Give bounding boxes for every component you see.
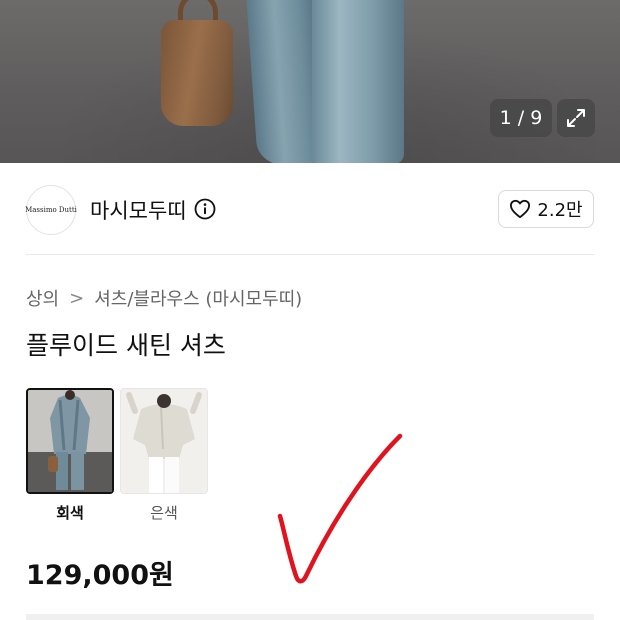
grey-shirt-thumbnail: [28, 390, 112, 492]
silver-shirt-thumbnail: [121, 389, 207, 493]
breadcrumb-separator: >: [69, 287, 85, 309]
jeans-right-leg-graphic: [312, 0, 404, 163]
breadcrumb-level2[interactable]: 셔츠/블라우스 (마시모두띠): [94, 285, 302, 311]
product-image-gallery[interactable]: [0, 0, 620, 163]
gallery-page-counter: 1 / 9: [490, 99, 552, 137]
color-label-grey: 회색: [56, 504, 84, 522]
brand-name[interactable]: 마시모두띠: [90, 195, 187, 225]
product-price: 129,000원: [26, 560, 174, 591]
expand-button[interactable]: [557, 99, 595, 137]
color-swatch-grey[interactable]: [26, 388, 114, 494]
info-icon[interactable]: [194, 198, 216, 220]
section-divider: [26, 254, 594, 255]
breadcrumb: 상의 > 셔츠/블라우스 (마시모두띠): [26, 285, 302, 311]
brand-logo-text: Massimo Dutti: [25, 206, 77, 214]
red-checkmark-annotation: [277, 433, 403, 584]
heart-icon: [510, 199, 531, 219]
handbag-graphic: [161, 20, 233, 126]
bottom-section-divider: [26, 614, 594, 620]
like-count: 2.2만: [537, 200, 583, 221]
expand-icon: [567, 109, 585, 127]
color-swatch-silver[interactable]: [120, 388, 208, 494]
product-title: 플루이드 새틴 셔츠: [26, 331, 226, 360]
color-label-silver: 은색: [150, 504, 178, 522]
breadcrumb-level1[interactable]: 상의: [26, 285, 59, 311]
brand-logo[interactable]: Massimo Dutti: [25, 185, 77, 235]
like-button[interactable]: 2.2만: [498, 190, 594, 228]
